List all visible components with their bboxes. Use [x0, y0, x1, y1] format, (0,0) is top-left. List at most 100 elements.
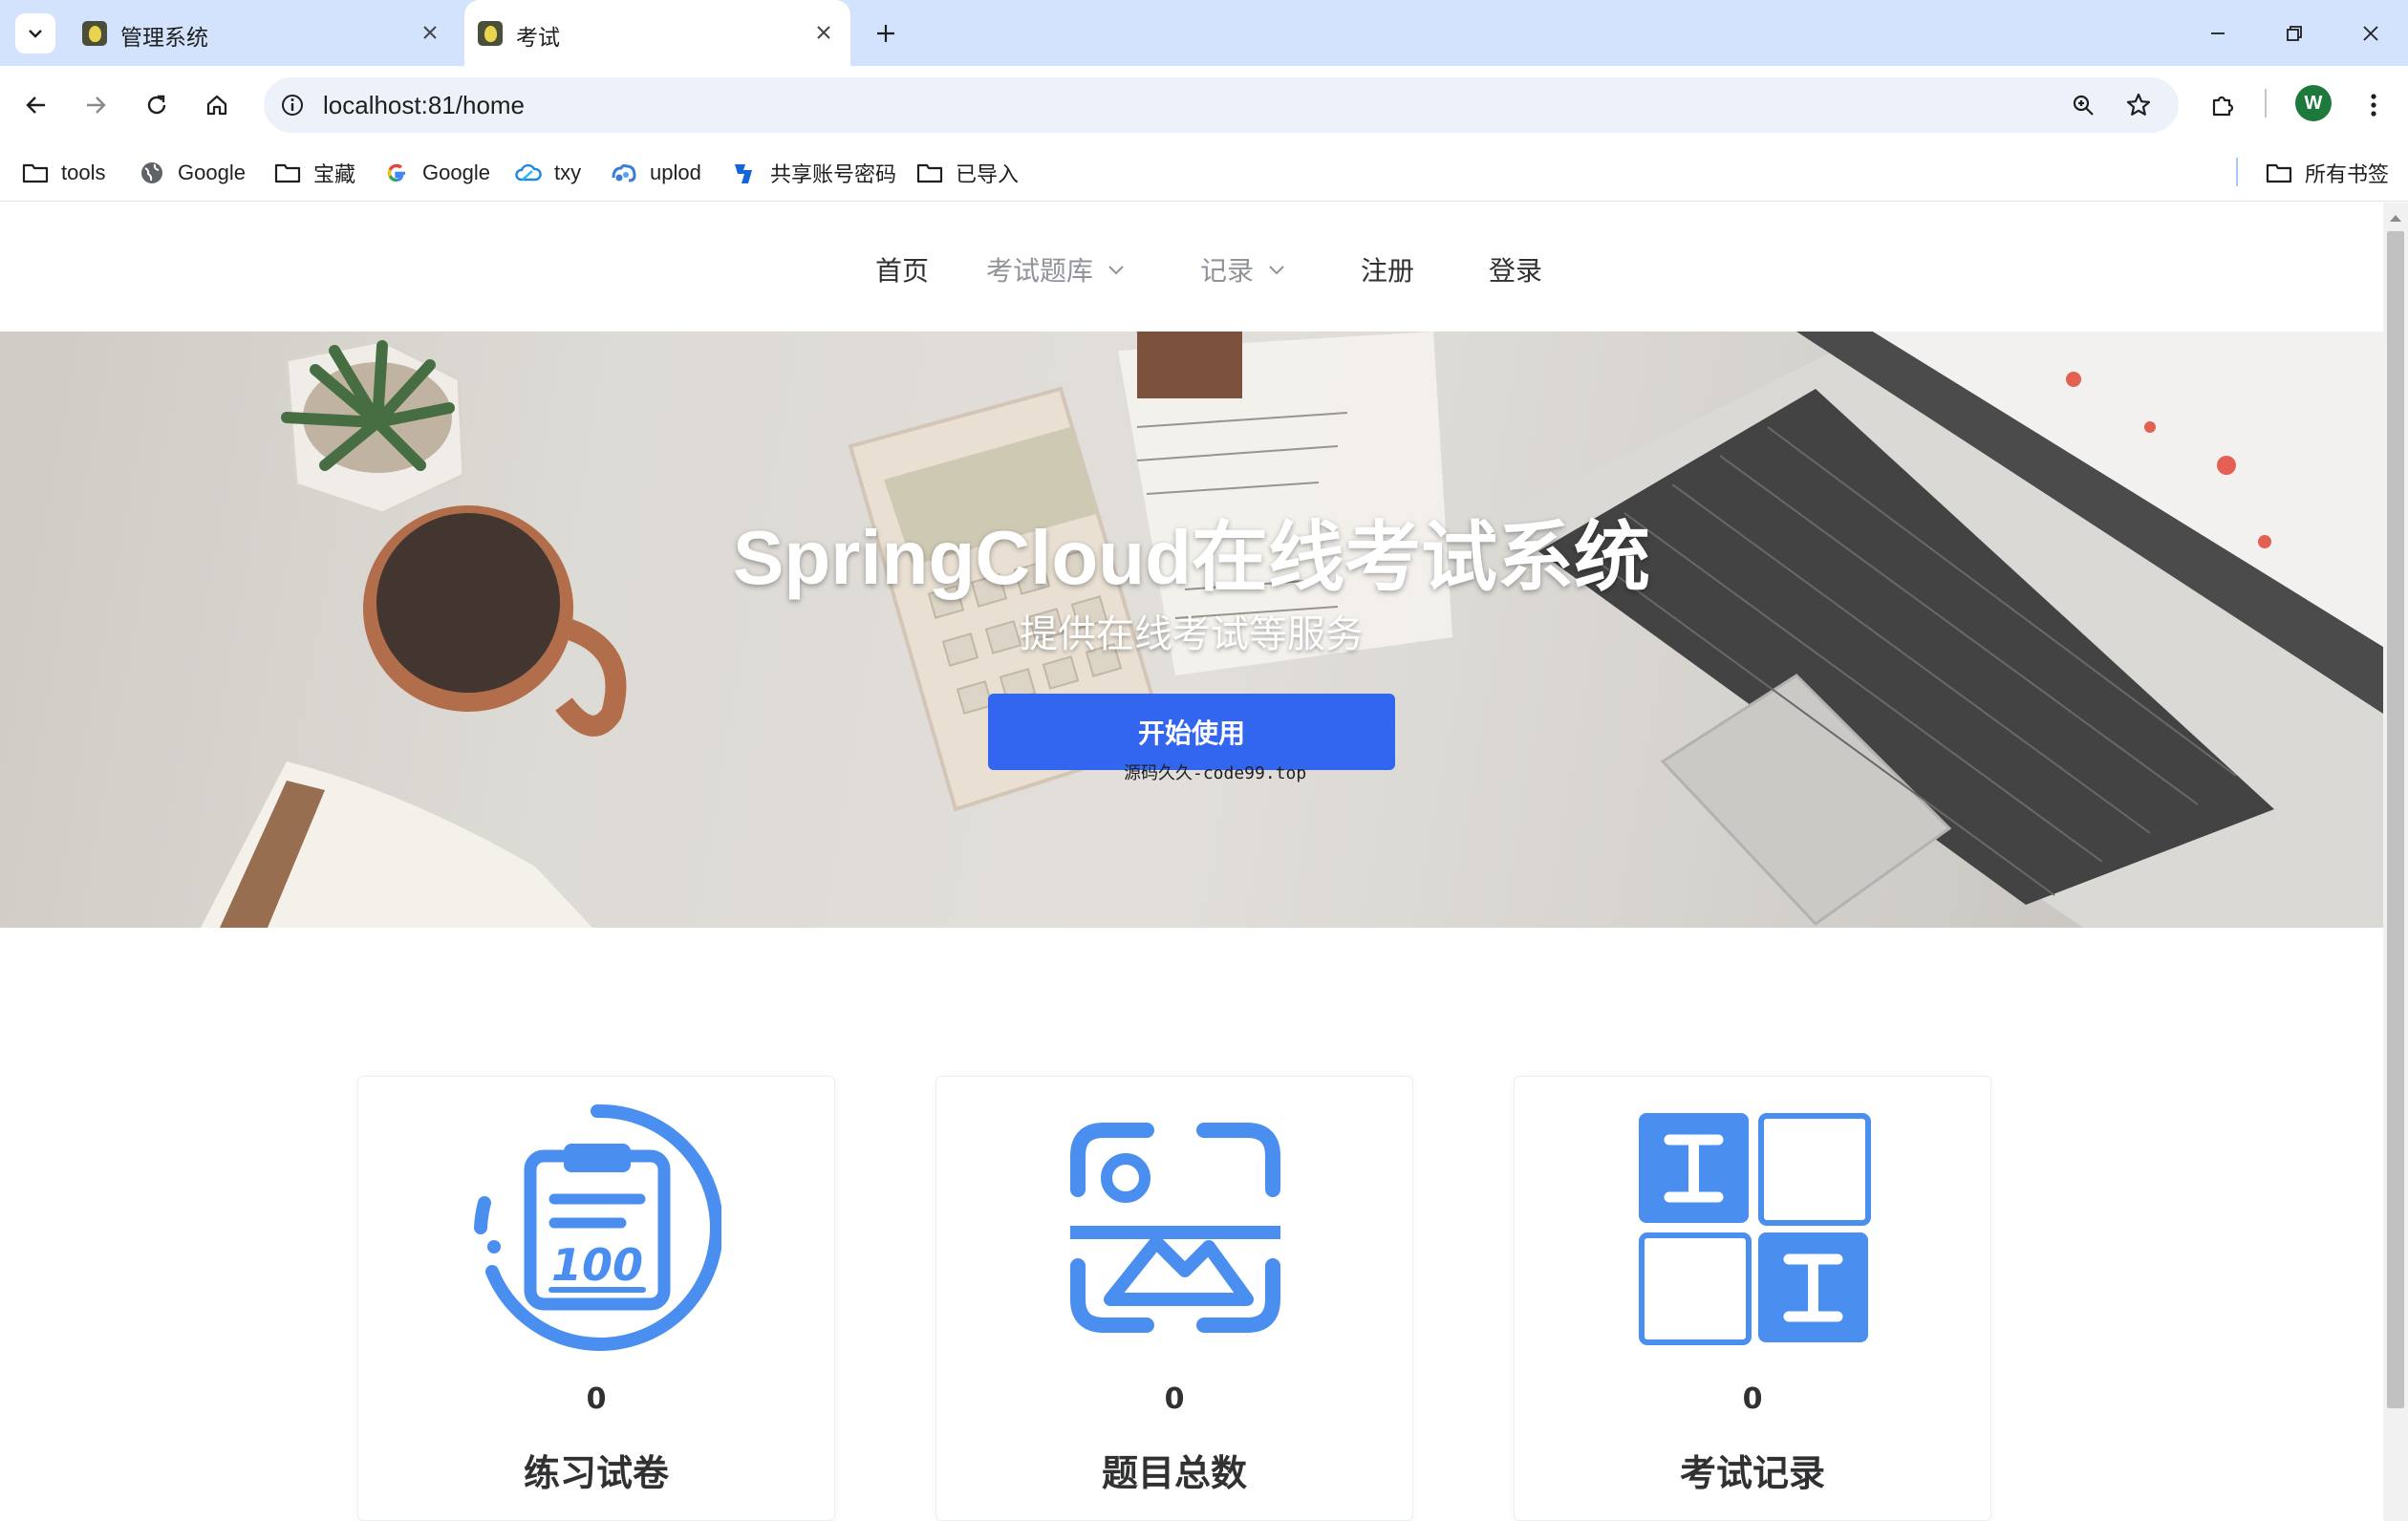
bookmark-label: Google	[178, 161, 246, 184]
bookmark-star-icon[interactable]	[2123, 90, 2154, 120]
bookmark-google-2[interactable]: Google	[382, 154, 490, 192]
nav-login[interactable]: 登录	[1489, 250, 1542, 289]
bookmark-google[interactable]: Google	[138, 154, 246, 192]
nav-records[interactable]: 记录	[1200, 250, 1286, 289]
bookmark-label: 共享账号密码	[770, 162, 897, 186]
stat-card-practice-papers[interactable]: 100 0 练习试卷	[357, 1076, 835, 1521]
reload-icon	[147, 95, 166, 115]
bookmark-label: tools	[61, 161, 106, 184]
nav-question-bank[interactable]: 考试题库	[986, 250, 1126, 289]
bookmark-imported[interactable]: 已导入	[915, 154, 1019, 192]
stat-label: 考试记录	[1679, 1452, 1825, 1494]
page-viewport: 首页 考试题库 记录 注册 登录 SpringCloud在线考试系统 提供在线考…	[0, 203, 2383, 1521]
svg-text:100: 100	[551, 1239, 643, 1291]
watermark-note: 源码久久-code99.top	[1124, 763, 1307, 783]
restore-button[interactable]	[2274, 13, 2314, 54]
zoom-icon[interactable]	[2068, 90, 2098, 120]
tab-search-button[interactable]	[15, 13, 55, 54]
bookmark-uplod[interactable]: uplod	[610, 154, 701, 192]
clipboard-score-icon: 100	[474, 1103, 721, 1351]
nav-label: 考试题库	[986, 255, 1094, 287]
nav-label: 首页	[875, 255, 930, 287]
stat-count: 0	[1742, 1382, 1763, 1416]
bookmark-label: uplod	[650, 161, 701, 184]
nav-register[interactable]: 注册	[1361, 250, 1414, 289]
close-icon[interactable]	[810, 19, 837, 46]
tab-title: 考试	[516, 26, 560, 51]
tab-title: 管理系统	[120, 26, 208, 51]
google-icon	[382, 159, 411, 187]
bookmark-label: 已导入	[956, 162, 1020, 186]
nav-label: 注册	[1361, 255, 1415, 287]
address-bar[interactable]: localhost:81/home	[264, 77, 2179, 133]
upload-logo-icon	[610, 159, 638, 187]
close-icon[interactable]	[417, 19, 443, 46]
start-button[interactable]: 开始使用	[988, 694, 1395, 770]
stat-count: 0	[586, 1382, 607, 1416]
puzzle-icon	[2212, 96, 2234, 117]
stat-count: 0	[1164, 1382, 1185, 1416]
folder-icon	[2265, 159, 2293, 187]
forward-button[interactable]	[76, 86, 115, 124]
site-favicon-icon	[82, 21, 107, 46]
bookmark-label: txy	[554, 161, 582, 184]
bookmark-label: 宝藏	[313, 162, 356, 186]
globe-icon	[138, 159, 166, 187]
stat-label: 题目总数	[1101, 1452, 1247, 1494]
tab-admin[interactable]: 管理系统	[69, 0, 457, 66]
all-bookmarks[interactable]: 所有书签	[2265, 154, 2389, 192]
folder-icon	[915, 159, 944, 187]
tab-exam[interactable]: 考试	[464, 0, 850, 66]
bookmark-treasure[interactable]: 宝藏	[273, 154, 355, 192]
nav-home[interactable]: 首页	[875, 250, 929, 289]
home-icon	[206, 95, 227, 116]
extensions-button[interactable]	[2204, 86, 2242, 124]
reload-button[interactable]	[138, 86, 176, 124]
hero-title: SpringCloud在线考试系统	[733, 515, 1650, 600]
bookmarks-divider	[2236, 158, 2238, 186]
share-logo-icon	[730, 159, 759, 187]
new-tab-button[interactable]	[868, 15, 904, 52]
scrollbar-thumb[interactable]	[2387, 231, 2404, 1408]
page-scrollbar[interactable]	[2383, 203, 2408, 1521]
url-text[interactable]: localhost:81/home	[323, 91, 525, 120]
bookmarks-bar: tools Google 宝藏 Google txy uplod 共享账号密码 …	[0, 144, 2408, 202]
nav-label: 登录	[1489, 255, 1543, 287]
arrow-right-icon	[87, 96, 106, 114]
image-scan-icon	[1070, 1123, 1280, 1333]
site-navbar: 首页 考试题库 记录 注册 登录	[0, 203, 2383, 332]
site-info-icon[interactable]	[277, 90, 308, 120]
back-button[interactable]	[17, 86, 55, 124]
folder-icon	[21, 159, 50, 187]
menu-button[interactable]	[2354, 86, 2393, 124]
grid-text-icon	[1639, 1113, 1871, 1345]
more-vert-icon	[2371, 94, 2376, 117]
minimize-button[interactable]	[2198, 13, 2238, 54]
folder-icon	[273, 159, 302, 187]
hero-subtitle: 提供在线考试等服务	[1020, 612, 1364, 656]
close-window-button[interactable]	[2351, 13, 2391, 54]
scroll-up-arrow-icon[interactable]	[2383, 208, 2408, 227]
minimize-icon	[2211, 32, 2225, 34]
bookmark-tools[interactable]: tools	[21, 154, 105, 192]
restore-icon	[2287, 26, 2302, 41]
browser-tab-bar: 管理系统 考试	[0, 0, 2408, 66]
stat-card-exam-records[interactable]: 0 考试记录	[1514, 1076, 1991, 1521]
chevron-down-icon	[29, 30, 42, 38]
browser-toolbar: localhost:81/home W	[0, 66, 2408, 144]
bookmark-label: 所有书签	[2305, 162, 2390, 186]
chevron-down-icon	[1107, 260, 1126, 279]
home-button[interactable]	[198, 86, 236, 124]
bookmark-label: Google	[422, 161, 490, 184]
bookmark-shared-accounts[interactable]: 共享账号密码	[730, 154, 896, 192]
chevron-down-icon	[1267, 260, 1286, 279]
profile-avatar[interactable]: W	[2295, 85, 2332, 121]
arrow-left-icon	[26, 96, 45, 114]
nav-label: 记录	[1200, 255, 1255, 287]
stat-label: 练习试卷	[523, 1452, 669, 1494]
cloud-icon	[514, 159, 543, 187]
stat-card-question-total[interactable]: 0 题目总数	[935, 1076, 1413, 1521]
site-favicon-icon	[478, 21, 503, 46]
close-icon	[2363, 26, 2378, 41]
bookmark-txy[interactable]: txy	[514, 154, 581, 192]
